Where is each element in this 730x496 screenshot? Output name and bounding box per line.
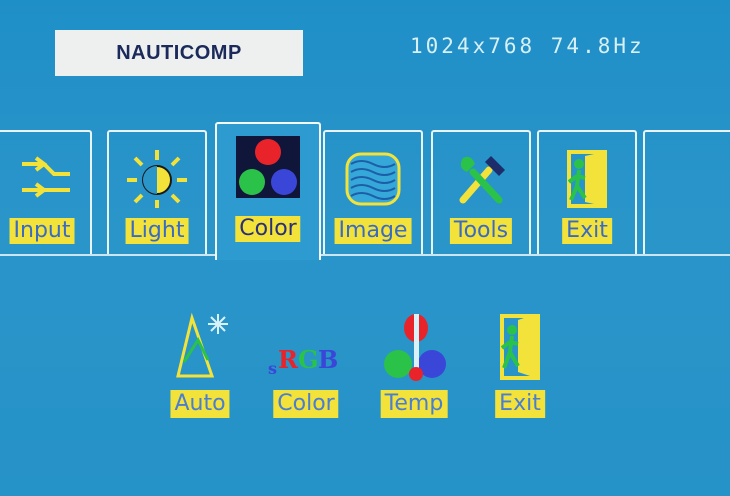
tab-light[interactable]: Light <box>107 130 207 254</box>
submenu-color[interactable]: s R G B Color <box>266 310 346 422</box>
submenu-exit[interactable]: Exit <box>480 310 560 422</box>
submenu-auto[interactable]: Auto <box>160 310 240 422</box>
input-arrows-icon <box>22 156 70 198</box>
image-waves-icon <box>345 152 401 206</box>
svg-text:G: G <box>298 345 319 374</box>
svg-text:B: B <box>318 345 338 374</box>
nauticomp-logo: NAUTICOMP <box>55 30 303 76</box>
tab-tools-label: Tools <box>449 218 513 244</box>
resolution-readout: 1024x768 74.8Hz <box>410 34 645 58</box>
tab-light-label: Light <box>125 218 189 244</box>
tab-empty <box>643 130 730 254</box>
svg-text:R: R <box>278 345 299 374</box>
tab-color-label: Color <box>235 216 301 242</box>
tab-tools[interactable]: Tools <box>431 130 531 254</box>
tab-exit[interactable]: Exit <box>537 130 637 254</box>
sun-icon <box>127 150 187 208</box>
tab-divider <box>0 254 730 256</box>
tab-exit-label: Exit <box>562 218 612 244</box>
srgb-icon: s R G B <box>268 345 338 378</box>
svg-text:s: s <box>268 359 277 378</box>
tab-input-label: Input <box>9 218 75 244</box>
submenu-color-label: Color <box>273 390 339 418</box>
tab-image-label: Image <box>334 218 412 244</box>
auto-sparkle-icon <box>176 312 228 378</box>
osd-tab-bar: Input Light Color Image Tools Exit <box>0 122 730 262</box>
submenu-auto-label: Auto <box>170 390 230 418</box>
exit-door-icon <box>500 314 540 380</box>
submenu-temp[interactable]: Temp <box>374 310 454 422</box>
exit-door-icon <box>567 150 607 208</box>
color-dots-icon <box>236 136 300 198</box>
submenu-temp-label: Temp <box>380 390 448 418</box>
tab-image[interactable]: Image <box>323 130 423 254</box>
submenu-exit-label: Exit <box>495 390 545 418</box>
tools-icon <box>459 156 505 204</box>
tab-color[interactable]: Color <box>215 122 321 260</box>
tab-input[interactable]: Input <box>0 130 92 254</box>
thermometer-icon <box>384 314 446 381</box>
